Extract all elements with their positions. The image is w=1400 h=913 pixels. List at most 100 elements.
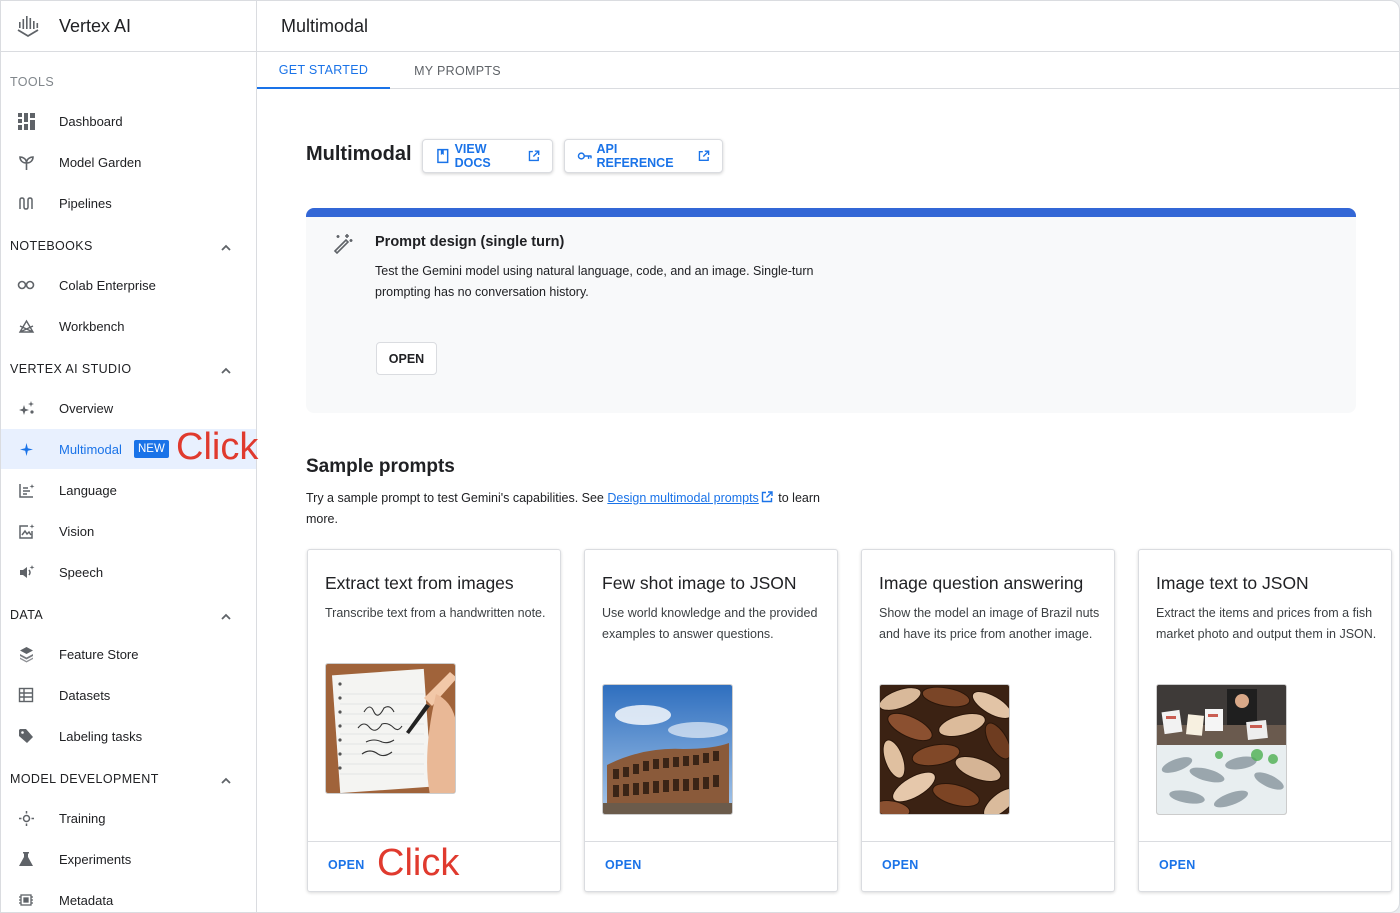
book-icon xyxy=(437,148,449,164)
card-description: Extract the items and prices from a fish… xyxy=(1156,606,1377,641)
sidebar-item-label: Model Garden xyxy=(59,154,142,170)
card-title: Extract text from images xyxy=(325,573,514,593)
colosseum-image xyxy=(602,684,733,815)
sidebar-item-label: Colab Enterprise xyxy=(59,277,156,293)
section-tools: TOOLS xyxy=(10,75,55,89)
card-open-button[interactable]: OPEN xyxy=(882,858,919,872)
click-annotation: Click xyxy=(176,426,259,468)
dashboard-icon xyxy=(17,112,35,130)
sample-card[interactable]: Few shot image to JSON Use world knowled… xyxy=(584,549,838,892)
sidebar-item-label: Vision xyxy=(59,523,95,539)
label-icon xyxy=(17,727,35,745)
prompt-design-card: Prompt design (single turn) Test the Gem… xyxy=(306,208,1356,413)
sidebar-item-datasets[interactable]: Datasets xyxy=(1,675,256,715)
workbench-icon xyxy=(17,317,35,335)
magic-wand-icon xyxy=(333,234,353,254)
colab-icon xyxy=(17,276,35,294)
sample-card[interactable]: Image text to JSON Extract the items and… xyxy=(1138,549,1392,892)
sidebar-item-label: Overview xyxy=(59,400,114,416)
datasets-icon xyxy=(17,686,35,704)
hero-open-button[interactable]: OPEN xyxy=(376,342,437,375)
view-docs-label: VIEW DOCS xyxy=(454,142,491,170)
sample-card[interactable]: Image question answering Show the model … xyxy=(861,549,1115,892)
sidebar-item-label: Dashboard xyxy=(59,113,123,129)
chevron-up-icon[interactable] xyxy=(219,364,233,378)
desc-text: Try a sample prompt to test Gemini's cap… xyxy=(306,491,608,505)
brand[interactable]: Vertex AI xyxy=(1,1,256,52)
header-title: Multimodal xyxy=(281,15,369,36)
sidebar-item-metadata[interactable]: Metadata xyxy=(1,880,256,912)
tab-get-started[interactable]: GET STARTED xyxy=(257,52,390,89)
card-footer: OPEN xyxy=(585,841,837,891)
vision-icon xyxy=(17,522,35,540)
section-model-development: MODEL DEVELOPMENT xyxy=(10,772,159,786)
language-icon xyxy=(17,481,35,499)
experiments-icon xyxy=(17,850,35,868)
card-description: Show the model an image of Brazil nuts a… xyxy=(879,606,1100,641)
tab-bar: GET STARTED MY PROMPTS xyxy=(257,52,1399,89)
sidebar-item-vision[interactable]: Vision xyxy=(1,511,256,551)
sidebar-item-label: Multimodal xyxy=(59,441,122,457)
page-title: Multimodal xyxy=(306,143,412,165)
sparkle-icon xyxy=(17,440,35,458)
hero-accent-bar xyxy=(306,208,1356,217)
sidebar-item-colab[interactable]: Colab Enterprise xyxy=(1,265,256,305)
fish-market-image xyxy=(1156,684,1287,815)
chevron-up-icon[interactable] xyxy=(219,774,233,788)
sidebar-item-experiments[interactable]: Experiments xyxy=(1,839,256,879)
training-icon xyxy=(17,809,35,827)
api-reference-label: API REFERENCE xyxy=(596,142,674,170)
card-open-button[interactable]: OPEN xyxy=(328,858,365,872)
click-annotation: Click xyxy=(377,842,460,884)
design-multimodal-prompts-link[interactable]: Design multimodal prompts xyxy=(607,491,758,505)
card-open-button[interactable]: OPEN xyxy=(1159,858,1196,872)
handwritten-note-image xyxy=(325,663,456,794)
sidebar-item-label: Language xyxy=(59,482,117,498)
external-link-icon xyxy=(699,150,710,162)
api-reference-button[interactable]: API REFERENCE xyxy=(564,139,723,173)
brazil-nuts-image xyxy=(879,684,1010,815)
sidebar-item-label: Speech xyxy=(59,564,104,580)
sidebar-item-training[interactable]: Training xyxy=(1,798,256,838)
chevron-up-icon[interactable] xyxy=(219,610,233,624)
card-description: Transcribe text from a handwritten note. xyxy=(325,606,546,620)
hero-title: Prompt design (single turn) xyxy=(375,234,565,250)
card-open-button[interactable]: OPEN xyxy=(605,858,642,872)
card-footer: OPEN xyxy=(862,841,1114,891)
sidebar-item-workbench[interactable]: Workbench xyxy=(1,306,256,346)
model-garden-icon xyxy=(17,153,35,171)
card-description: Use world knowledge and the provided exa… xyxy=(602,606,818,641)
card-footer: OPEN xyxy=(1139,841,1391,891)
sample-card[interactable]: Extract text from images Transcribe text… xyxy=(307,549,561,892)
sidebar-item-speech[interactable]: Speech xyxy=(1,552,256,592)
sidebar-item-dashboard[interactable]: Dashboard xyxy=(1,101,256,141)
sidebar-item-label: Workbench xyxy=(59,318,125,334)
pipelines-icon xyxy=(17,194,35,212)
chevron-up-icon[interactable] xyxy=(219,241,233,255)
sidebar-item-overview[interactable]: Overview xyxy=(1,388,256,428)
section-data: DATA xyxy=(10,608,44,622)
sidebar-item-label: Pipelines xyxy=(59,195,112,211)
key-icon xyxy=(577,152,592,160)
sidebar-item-language[interactable]: Language xyxy=(1,470,256,510)
sidebar-item-label: Training xyxy=(59,810,106,826)
sidebar-item-feature-store[interactable]: Feature Store xyxy=(1,634,256,674)
overview-icon xyxy=(17,399,35,417)
view-docs-button[interactable]: VIEW DOCS xyxy=(422,139,553,173)
external-link-icon xyxy=(529,150,540,162)
card-title: Image question answering xyxy=(879,573,1084,593)
sidebar-item-label: Metadata xyxy=(59,892,114,908)
sidebar-item-label: Experiments xyxy=(59,851,132,867)
card-title: Image text to JSON xyxy=(1156,573,1309,593)
sidebar-item-pipelines[interactable]: Pipelines xyxy=(1,183,256,223)
page-header: Multimodal xyxy=(257,1,1399,52)
tab-my-prompts[interactable]: MY PROMPTS xyxy=(390,52,525,89)
feature-store-icon xyxy=(17,645,35,663)
sidebar-item-model-garden[interactable]: Model Garden xyxy=(1,142,256,182)
metadata-icon xyxy=(17,891,35,909)
app-window: Vertex AI TOOLS Dashboard Model Garden P… xyxy=(0,0,1400,913)
sidebar-item-labeling-tasks[interactable]: Labeling tasks xyxy=(1,716,256,756)
sample-prompts-title: Sample prompts xyxy=(306,456,455,477)
speech-icon xyxy=(17,563,35,581)
section-notebooks: NOTEBOOKS xyxy=(10,239,93,253)
